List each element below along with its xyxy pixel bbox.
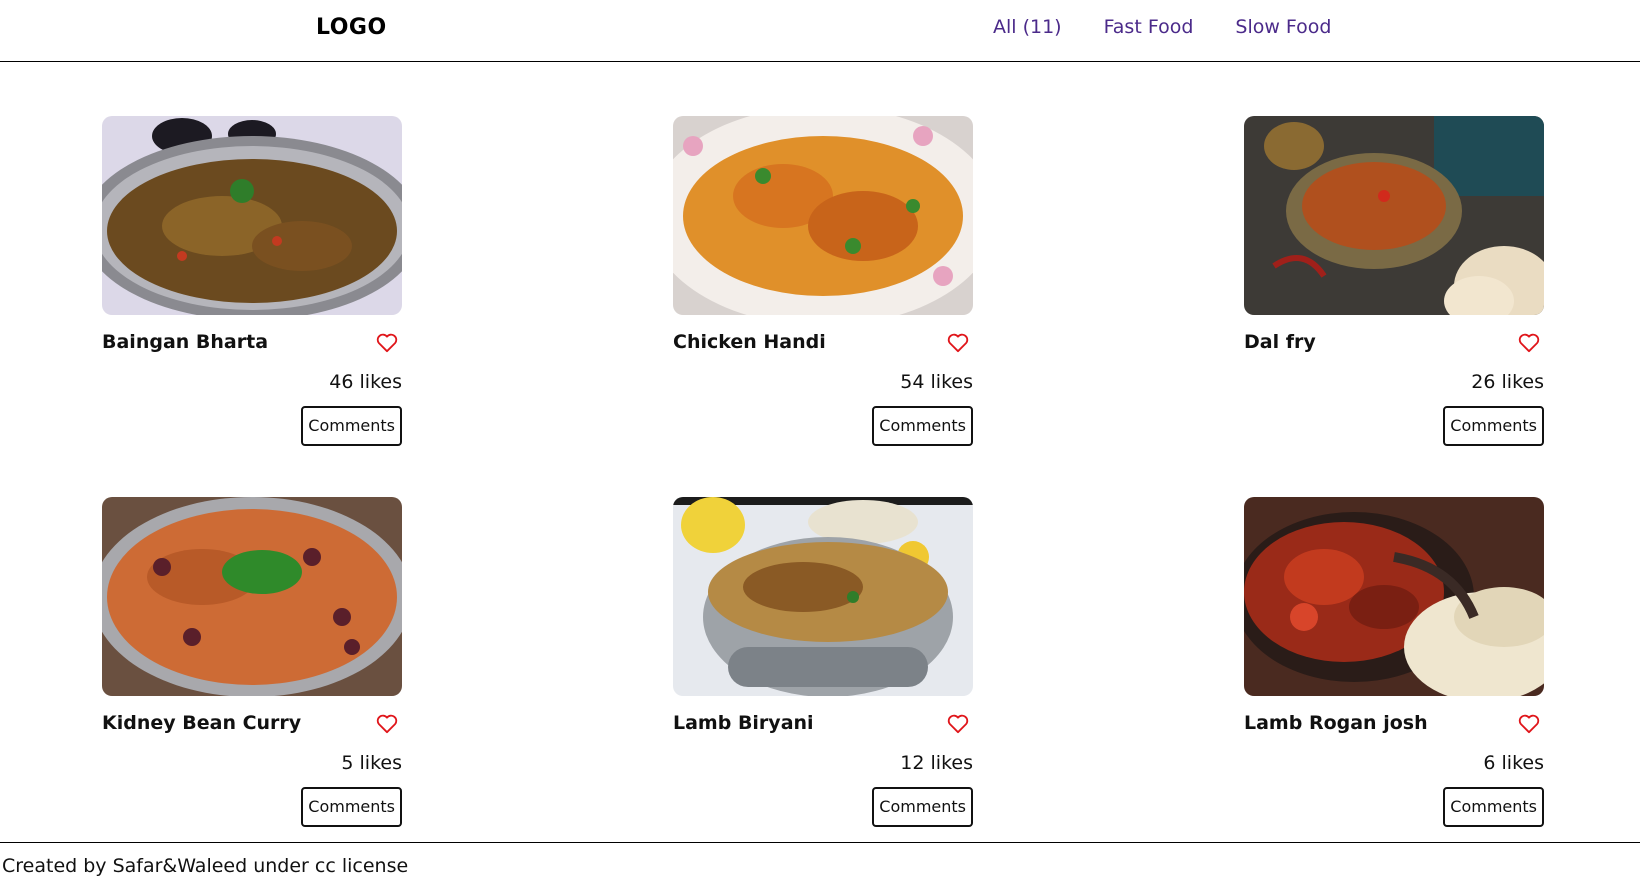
comments-button[interactable]: Comments [872, 787, 973, 827]
site-footer: Created by Safar&Waleed under cc license [0, 842, 1640, 877]
meal-card: Baingan Bharta 46 likes Comments [102, 116, 402, 446]
meal-card: Dal fry 26 likes Comments [1244, 116, 1544, 446]
dal-fry-photo [1244, 116, 1544, 315]
heart-icon[interactable] [1518, 714, 1540, 734]
lamb-biryani-photo [673, 497, 973, 696]
meal-title: Kidney Bean Curry [102, 712, 302, 734]
baingan-bharta-photo [102, 116, 402, 315]
heart-icon[interactable] [947, 333, 969, 353]
lamb-rogan-josh-photo [1244, 497, 1544, 696]
heart-icon[interactable] [376, 333, 398, 353]
heart-icon[interactable] [376, 714, 398, 734]
likes-count: 5 likes [341, 752, 402, 774]
meal-card: Lamb Rogan josh 6 likes Comments [1244, 497, 1544, 827]
meal-card: Kidney Bean Curry 5 likes Comments [102, 497, 402, 827]
comments-button[interactable]: Comments [301, 406, 402, 446]
likes-count: 26 likes [1471, 371, 1544, 393]
meal-title: Dal fry [1244, 331, 1316, 353]
heart-icon[interactable] [1518, 333, 1540, 353]
footer-credit: Created by Safar&Waleed under cc license [2, 855, 409, 877]
comments-button[interactable]: Comments [301, 787, 402, 827]
meal-title: Lamb Biryani [673, 712, 814, 734]
meal-card: Lamb Biryani 12 likes Comments [673, 497, 973, 827]
meal-title: Lamb Rogan josh [1244, 712, 1428, 734]
likes-count: 46 likes [329, 371, 402, 393]
chicken-handi-photo [673, 116, 973, 315]
comments-button[interactable]: Comments [872, 406, 973, 446]
meal-title: Baingan Bharta [102, 331, 269, 353]
heart-icon[interactable] [947, 714, 969, 734]
likes-count: 6 likes [1483, 752, 1544, 774]
meals-grid: Baingan Bharta 46 likes Comments Chicken… [0, 0, 1640, 884]
likes-count: 54 likes [900, 371, 973, 393]
kidney-bean-curry-photo [102, 497, 402, 696]
comments-button[interactable]: Comments [1443, 787, 1544, 827]
comments-button[interactable]: Comments [1443, 406, 1544, 446]
meal-card: Chicken Handi 54 likes Comments [673, 116, 973, 446]
meal-title: Chicken Handi [673, 331, 826, 353]
likes-count: 12 likes [900, 752, 973, 774]
